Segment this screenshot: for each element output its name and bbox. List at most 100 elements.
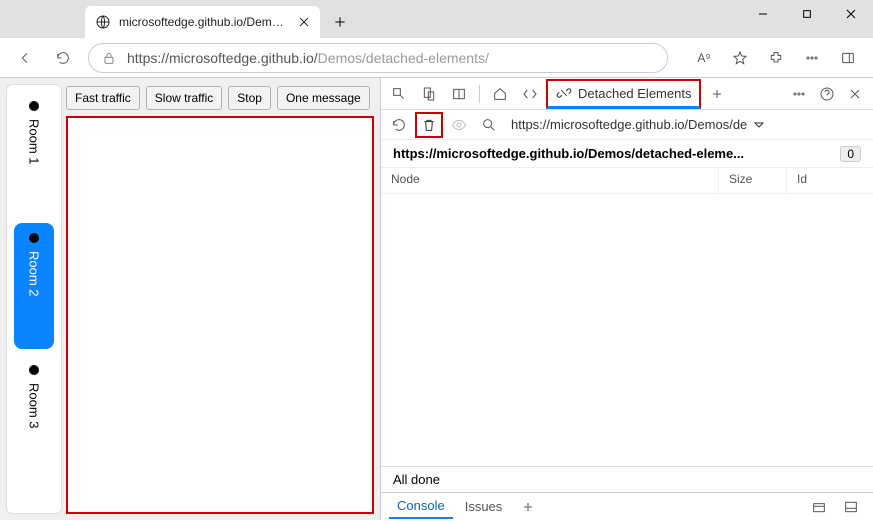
col-id[interactable]: Id	[787, 168, 873, 193]
slow-traffic-button[interactable]: Slow traffic	[146, 86, 222, 110]
messages-area	[66, 116, 374, 514]
drawer-tabs: Console Issues	[381, 492, 873, 520]
plus-icon	[332, 14, 348, 30]
room-label: Room 1	[27, 119, 42, 165]
dot-icon	[29, 365, 39, 375]
devtools-panel: Detached Elements https://microsoftedge.…	[380, 78, 873, 520]
trash-icon	[421, 117, 437, 133]
close-window-button[interactable]	[829, 0, 873, 28]
tab-label: Detached Elements	[578, 86, 691, 101]
panel-icon	[840, 50, 856, 66]
col-node[interactable]: Node	[381, 168, 719, 193]
analyze-button[interactable]	[385, 111, 413, 139]
devtools-tabbar: Detached Elements	[381, 78, 873, 110]
devtools-help-button[interactable]	[813, 80, 841, 108]
back-button[interactable]	[8, 41, 42, 75]
stop-button[interactable]: Stop	[228, 86, 271, 110]
dock-button[interactable]	[445, 80, 473, 108]
home-icon	[492, 86, 508, 102]
sidebar-button[interactable]	[831, 41, 865, 75]
elements-tab[interactable]	[516, 80, 544, 108]
menu-button[interactable]	[795, 41, 829, 75]
code-icon	[522, 86, 538, 102]
plus-icon	[520, 499, 536, 515]
room-label: Room 3	[27, 383, 42, 429]
room-2[interactable]: Room 2	[14, 223, 54, 349]
globe-icon	[95, 14, 111, 30]
group-title: https://microsoftedge.github.io/Demos/de…	[393, 146, 744, 161]
issues-icon	[811, 499, 827, 515]
close-tab-button[interactable]	[296, 14, 312, 30]
group-header[interactable]: https://microsoftedge.github.io/Demos/de…	[381, 140, 873, 168]
issues-tab[interactable]: Issues	[457, 495, 511, 518]
star-icon	[732, 50, 748, 66]
devtools-more-button[interactable]	[785, 80, 813, 108]
dot-icon	[29, 233, 39, 243]
target-label: https://microsoftedge.github.io/Demos/de	[511, 117, 747, 132]
expand-icon	[843, 499, 859, 515]
inspect-icon	[391, 86, 407, 102]
read-aloud-icon: A⁹	[697, 51, 710, 65]
search-button[interactable]	[475, 111, 503, 139]
col-size[interactable]: Size	[719, 168, 787, 193]
devtools-close-button[interactable]	[841, 80, 869, 108]
browser-tab[interactable]: microsoftedge.github.io/Demos/d	[85, 6, 320, 38]
column-headers: Node Size Id	[381, 168, 873, 194]
empty-rows	[381, 194, 873, 466]
plus-icon	[709, 86, 725, 102]
maximize-button[interactable]	[785, 0, 829, 28]
url-text: https://microsoftedge.github.io/Demos/de…	[127, 50, 655, 66]
extensions-button[interactable]	[759, 41, 793, 75]
devtools-toolbar: https://microsoftedge.github.io/Demos/de	[381, 110, 873, 140]
search-icon	[481, 117, 497, 133]
maximize-icon	[799, 6, 815, 22]
chevron-down-icon	[751, 117, 767, 133]
collect-garbage-button[interactable]	[415, 112, 443, 138]
minimize-icon	[755, 6, 771, 22]
status-text: All done	[393, 472, 440, 487]
traffic-buttons: Fast traffic Slow traffic Stop One messa…	[66, 84, 374, 112]
eye-icon	[451, 117, 467, 133]
close-icon	[296, 14, 312, 30]
inspect-button[interactable]	[385, 80, 413, 108]
browser-toolbar: https://microsoftedge.github.io/Demos/de…	[0, 38, 873, 78]
dots-icon	[804, 50, 820, 66]
device-button[interactable]	[415, 80, 443, 108]
room-label: Room 2	[27, 251, 42, 297]
console-tab[interactable]: Console	[389, 494, 453, 519]
minimize-button[interactable]	[741, 0, 785, 28]
more-tabs-button[interactable]	[703, 80, 731, 108]
address-bar[interactable]: https://microsoftedge.github.io/Demos/de…	[88, 43, 668, 73]
detached-elements-tab[interactable]: Detached Elements	[546, 79, 701, 109]
device-icon	[421, 86, 437, 102]
dock-icon	[451, 86, 467, 102]
drawer-more-button[interactable]	[514, 493, 542, 521]
detached-icon	[556, 85, 572, 101]
refresh-icon	[391, 117, 407, 133]
drawer-issues-button[interactable]	[805, 493, 833, 521]
drawer-expand-button[interactable]	[837, 493, 865, 521]
window-controls	[741, 0, 873, 28]
read-aloud-button[interactable]: A⁹	[687, 41, 721, 75]
extension-icon	[768, 50, 784, 66]
room-1[interactable]: Room 1	[14, 91, 54, 217]
detached-elements-list: https://microsoftedge.github.io/Demos/de…	[381, 140, 873, 466]
status-bar: All done	[381, 466, 873, 492]
page-content: Room 1 Room 2 Room 3 Fast traffic Slow t…	[0, 78, 380, 520]
refresh-button[interactable]	[46, 41, 80, 75]
favorite-button[interactable]	[723, 41, 757, 75]
count-badge: 0	[840, 146, 861, 162]
close-icon	[847, 86, 863, 102]
dots-icon	[791, 86, 807, 102]
new-tab-button[interactable]	[326, 8, 354, 36]
lock-icon	[101, 50, 117, 66]
one-message-button[interactable]: One message	[277, 86, 370, 110]
room-3[interactable]: Room 3	[14, 355, 54, 481]
target-dropdown[interactable]: https://microsoftedge.github.io/Demos/de	[511, 117, 767, 133]
divider	[479, 85, 480, 103]
close-icon	[843, 6, 859, 22]
welcome-tab[interactable]	[486, 80, 514, 108]
browser-titlebar: microsoftedge.github.io/Demos/d	[0, 0, 873, 38]
fast-traffic-button[interactable]: Fast traffic	[66, 86, 140, 110]
eye-button[interactable]	[445, 111, 473, 139]
